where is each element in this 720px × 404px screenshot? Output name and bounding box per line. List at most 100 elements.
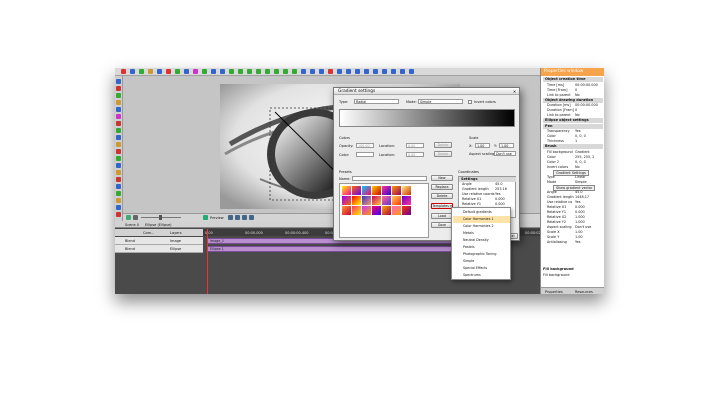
toolbar-tool-icon[interactable] <box>121 69 126 74</box>
location-input[interactable]: 0.00 <box>406 143 424 148</box>
toolbar-tool-icon[interactable] <box>301 69 306 74</box>
preset-swatch[interactable] <box>372 186 381 195</box>
toolbar-tool-icon[interactable] <box>274 69 279 74</box>
zoom-slider-handle[interactable] <box>159 215 162 220</box>
toolbar-tool-icon[interactable] <box>247 69 252 74</box>
preset-swatch[interactable] <box>352 196 361 205</box>
preset-swatch[interactable] <box>382 196 391 205</box>
templates-menu-item[interactable]: Neutral Density <box>453 237 510 244</box>
templates-menu-item[interactable]: Pastels <box>453 244 510 251</box>
preset-swatch[interactable] <box>382 206 391 215</box>
toolbar-tool-icon[interactable] <box>265 69 270 74</box>
drawing-tool-icon[interactable] <box>116 198 121 203</box>
delete-color-button[interactable]: Delete <box>434 142 452 148</box>
load-button[interactable]: Load <box>431 213 453 219</box>
preset-swatch[interactable] <box>342 206 351 215</box>
drawing-tool-icon[interactable] <box>116 128 121 133</box>
toolbar-tool-icon[interactable] <box>337 69 342 74</box>
location-input-2[interactable]: 0.00 <box>406 152 424 157</box>
preset-swatch[interactable] <box>382 186 391 195</box>
toolbar-tool-icon[interactable] <box>211 69 216 74</box>
opacity-input[interactable]: 100.00 <box>356 143 374 148</box>
preset-swatch[interactable] <box>342 186 351 195</box>
tab-properties[interactable]: Properties <box>545 290 563 294</box>
aspect-select[interactable]: Don't use <box>494 151 516 156</box>
toolbar-tool-icon[interactable] <box>364 69 369 74</box>
toolbar-tool-icon[interactable] <box>409 69 414 74</box>
toolbar-tool-icon[interactable] <box>220 69 225 74</box>
invert-checkbox[interactable] <box>468 100 472 104</box>
templates-menu-item[interactable]: Color Harmonies 2 <box>453 223 510 230</box>
drawing-tool-icon[interactable] <box>116 93 121 98</box>
drawing-tool-icon[interactable] <box>116 184 121 189</box>
drawing-tool-icon[interactable] <box>116 149 121 154</box>
templates-menu-item[interactable]: Color Harmonies 1 <box>453 216 510 223</box>
property-row[interactable]: Antialiasing Yes <box>543 240 603 245</box>
preset-swatch[interactable] <box>372 206 381 215</box>
toolbar-tool-icon[interactable] <box>175 69 180 74</box>
toolbar-tool-icon[interactable] <box>391 69 396 74</box>
scale-x-input[interactable]: 1.00 <box>475 143 490 148</box>
drawing-tool-icon[interactable] <box>116 114 121 119</box>
object-tab[interactable]: Ellipse (Ellipse) <box>145 223 172 227</box>
track-header[interactable]: Blend Image <box>115 237 203 245</box>
scene-tab[interactable]: Scene 0 <box>125 223 139 227</box>
toolbar-tool-icon[interactable] <box>256 69 261 74</box>
templates-button[interactable]: Templates ▾ <box>431 203 453 209</box>
drawing-tool-icon[interactable] <box>116 100 121 105</box>
toolbar-tool-icon[interactable] <box>130 69 135 74</box>
preset-swatch[interactable] <box>372 196 381 205</box>
drawing-tool-icon[interactable] <box>116 205 121 210</box>
drawing-tool-icon[interactable] <box>116 135 121 140</box>
toolbar-tool-icon[interactable] <box>382 69 387 74</box>
delete-button[interactable]: Delete <box>431 193 453 199</box>
toolbar-tool-icon[interactable] <box>310 69 315 74</box>
toolbar-tool-icon[interactable] <box>400 69 405 74</box>
play-icon[interactable] <box>126 215 131 220</box>
drawing-tool-icon[interactable] <box>116 156 121 161</box>
preset-swatch[interactable] <box>342 196 351 205</box>
step-forward-icon[interactable] <box>242 215 247 220</box>
name-input[interactable] <box>352 176 427 181</box>
drawing-tool-icon[interactable] <box>116 107 121 112</box>
drawing-tool-icon[interactable] <box>116 212 121 217</box>
stop-icon[interactable] <box>133 215 138 220</box>
rewind-icon[interactable] <box>228 215 233 220</box>
drawing-tool-icon[interactable] <box>116 79 121 84</box>
toolbar-tool-icon[interactable] <box>139 69 144 74</box>
toolbar-tool-icon[interactable] <box>184 69 189 74</box>
tab-resources[interactable]: Resources <box>575 290 593 294</box>
templates-menu-item[interactable]: Default gradients <box>453 209 510 216</box>
playhead[interactable] <box>207 229 208 294</box>
forward-icon[interactable] <box>249 215 254 220</box>
templates-menu-item[interactable]: Metals <box>453 230 510 237</box>
scale-y-input[interactable]: 1.00 <box>499 143 514 148</box>
preset-swatch[interactable] <box>392 196 401 205</box>
toolbar-tool-icon[interactable] <box>202 69 207 74</box>
mode-select[interactable]: Simple <box>418 99 463 104</box>
replace-button[interactable]: Replace <box>431 184 453 190</box>
preset-swatch[interactable] <box>402 196 411 205</box>
toolbar-tool-icon[interactable] <box>229 69 234 74</box>
toolbar-tool-icon[interactable] <box>193 69 198 74</box>
drawing-tool-icon[interactable] <box>116 121 121 126</box>
toolbar-tool-icon[interactable] <box>292 69 297 74</box>
drawing-tool-icon[interactable] <box>116 163 121 168</box>
toolbar-tool-icon[interactable] <box>157 69 162 74</box>
type-select[interactable]: Radial <box>354 99 399 104</box>
toolbar-tool-icon[interactable] <box>148 69 153 74</box>
preset-swatch[interactable] <box>402 186 411 195</box>
preset-swatch[interactable] <box>392 186 401 195</box>
save-button[interactable]: Save <box>431 222 453 228</box>
preset-swatch[interactable] <box>392 206 401 215</box>
delete-color-button-2[interactable]: Delete <box>434 151 452 157</box>
drawing-tool-icon[interactable] <box>116 170 121 175</box>
close-icon[interactable]: ✕ <box>512 89 517 94</box>
toolbar-tool-icon[interactable] <box>355 69 360 74</box>
preview-button[interactable]: Preview <box>210 216 224 220</box>
toolbar-tool-icon[interactable] <box>328 69 333 74</box>
drawing-tool-icon[interactable] <box>116 177 121 182</box>
toolbar-tool-icon[interactable] <box>319 69 324 74</box>
toolbar-tool-icon[interactable] <box>166 69 171 74</box>
presets-grid[interactable] <box>339 183 429 238</box>
